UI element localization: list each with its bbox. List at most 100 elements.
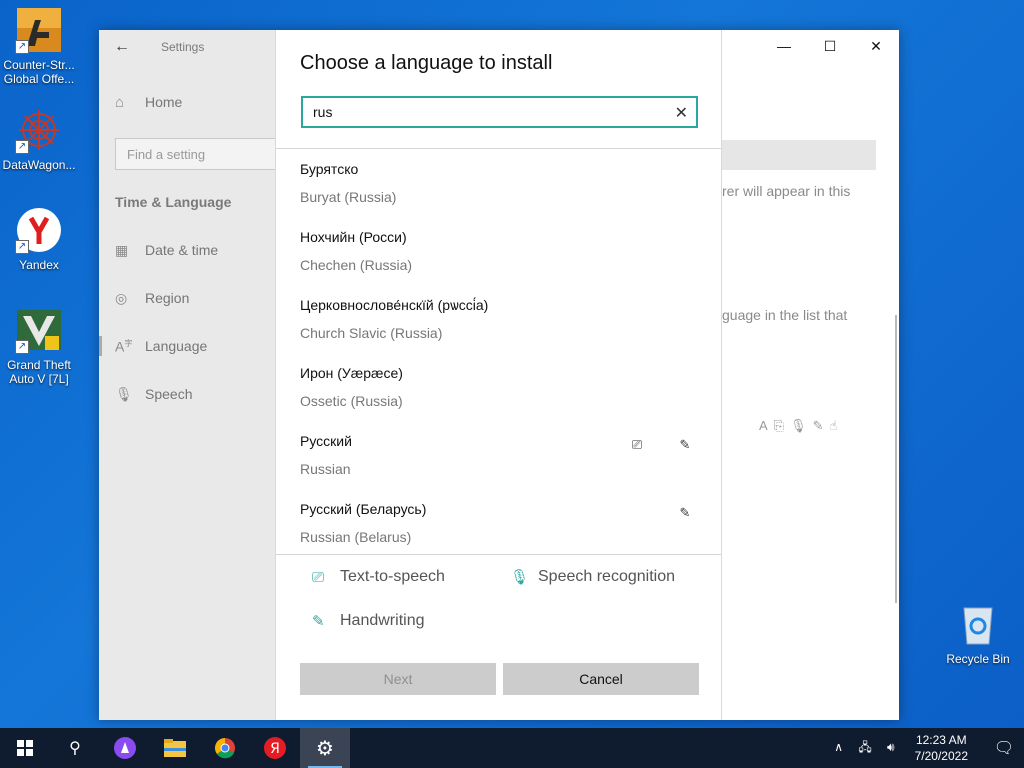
language-english-name: Russian [300,461,351,477]
tray-icons[interactable]: ∧ 🖧 🔊︎ [834,738,900,759]
language-native-name: Русский (Беларусь) [300,501,427,517]
dialog-title: Choose a language to install [300,52,553,74]
notification-icon[interactable]: 🗨︎ [984,738,1024,758]
language-search-input[interactable]: rus ✕ [301,96,698,128]
desktop-icon-label: Grand Theft [7,358,71,372]
maximize-icon[interactable]: ☐ [807,30,853,62]
language-item-russian[interactable]: Русский Russian ⎚ ✎ [276,421,721,489]
calendar-clock-icon: ▦ [115,241,129,258]
language-item-russian-belarus[interactable]: Русский (Беларусь) Russian (Belarus) ✎ [276,489,721,554]
divider [276,554,721,555]
legend-label: Handwriting [340,612,425,629]
settings-header: ← Settings [99,30,276,64]
yandex-browser-button[interactable]: Я [250,728,300,768]
language-features: ⎚ ✎ [627,437,695,453]
desktop-icon-label: Global Offe... [3,72,75,86]
clock-date: 7/20/2022 [914,749,968,763]
start-button[interactable] [0,728,50,768]
settings-sidebar: ← Settings ⌂ Home Find a setting Time & … [99,30,285,720]
language-item-ossetic[interactable]: Ирон (Уæрæсе) Ossetic (Russia) [276,353,721,421]
language-english-name: Church Slavic (Russia) [300,325,443,341]
yandex-browser-icon: Я [264,737,286,759]
language-native-name: Церковнослове́нскїй (рѡссі́а) [300,297,489,313]
language-native-name: Ирон (Уæрæсе) [300,365,403,381]
language-english-name: Russian (Belarus) [300,529,412,545]
close-icon[interactable]: ✕ [853,30,899,62]
nav-region[interactable]: ◎ Region [99,274,276,322]
globe-icon: ◎ [115,289,128,306]
language-item-church-slavic[interactable]: Церковнослове́нскїй (рѡссі́а) Church Sla… [276,285,721,353]
desktop-icon-csgo[interactable]: ↗ Counter-Str... Global Offe... [0,6,78,86]
desktop-icon-datawagon[interactable]: ↗ DataWagon... [0,106,78,172]
search-button[interactable]: ⚲ [50,728,100,768]
desktop-icon-gta[interactable]: ↗ Grand Theft Auto V [7L] [0,306,78,386]
nav-language[interactable]: A字 Language [99,322,276,370]
find-setting-placeholder: Find a setting [127,146,206,162]
alice-icon [114,737,136,759]
taskbar: ⚲ Я ⚙ ∧ 🖧 🔊︎ 12:23 AM 7/20/2022 🗨︎ [0,728,1024,768]
language-item-chechen[interactable]: Нохчийн (Росси) Chechen (Russia) [276,217,721,285]
nav-date-time[interactable]: ▦ Date & time [99,226,276,274]
settings-title: Settings [161,40,205,54]
recycle-bin-label: Recycle Bin [946,652,1010,666]
desktop-icon-label: Counter-Str... [3,58,75,72]
find-setting-input[interactable]: Find a setting [115,138,285,170]
nav-label: Speech [145,386,193,402]
nav-home[interactable]: ⌂ Home [99,80,276,124]
handwriting-icon: ✎ [312,613,325,630]
microphone-icon: 🎙︎ [115,385,133,402]
background-bar [722,140,876,170]
language-icon: A字 [115,338,133,355]
legend-speech-recognition: 🎙︎ Speech recognition [510,568,675,586]
language-features: ✎ [675,505,695,521]
language-native-name: Нохчийн (Росси) [300,229,407,245]
desktop-icon-recycle-bin[interactable]: Recycle Bin [932,600,1024,666]
home-icon: ⌂ [115,93,125,111]
recycle-bin-icon [954,600,1002,648]
legend-label: Speech recognition [538,568,675,585]
desktop-icon-label: Auto V [7L] [9,372,69,386]
choose-language-dialog: Choose a language to install rus ✕ Бурят… [275,30,722,720]
folder-icon [164,739,186,757]
nav-label: Date & time [145,242,219,258]
language-item-buryat[interactable]: Бурятско Buryat (Russia) [276,149,721,217]
shortcut-arrow-icon: ↗ [15,40,29,54]
text-to-speech-icon: ⎚ [631,437,643,452]
legend-handwriting: ✎ Handwriting [312,612,424,630]
nav-speech[interactable]: 🎙︎ Speech [99,370,276,418]
search-icon: ⚲ [69,740,81,757]
legend-label: Text-to-speech [340,568,445,585]
svg-text:Я: Я [270,741,280,757]
minimize-icon[interactable]: — [761,30,807,62]
microphone-icon: 🎙︎ [510,569,530,586]
next-button[interactable]: Next [300,663,496,695]
language-english-name: Buryat (Russia) [300,189,397,205]
gta-v-icon: ↗ [15,306,63,354]
cancel-button[interactable]: Cancel [503,663,699,695]
shortcut-arrow-icon: ↗ [15,240,29,254]
section-title: Time & Language [115,194,232,210]
yandex-icon: ↗ [15,206,63,254]
chrome-button[interactable] [200,728,250,768]
shortcut-arrow-icon: ↗ [15,140,29,154]
alice-button[interactable] [100,728,150,768]
language-english-name: Ossetic (Russia) [300,393,403,409]
file-explorer-button[interactable] [150,728,200,768]
back-arrow-icon[interactable]: ← [99,38,145,56]
shortcut-arrow-icon: ↗ [15,340,29,354]
datawagon-icon: ↗ [15,106,63,154]
language-native-name: Бурятско [300,161,359,177]
clock-time: 12:23 AM [915,733,967,747]
nav-home-label: Home [145,94,183,110]
legend-text-to-speech: ⎚ Text-to-speech [312,568,445,586]
background-text: guage in the list that [722,307,848,323]
settings-taskbar-button[interactable]: ⚙ [300,728,350,768]
desktop-icon-label: Yandex [19,258,59,272]
scrollbar[interactable] [895,315,897,603]
handwriting-icon: ✎ [679,437,691,452]
chrome-icon [215,738,235,759]
desktop-icon-yandex[interactable]: ↗ Yandex [0,206,78,272]
clock[interactable]: 12:23 AM 7/20/2022 [915,732,968,764]
clear-icon[interactable]: ✕ [675,103,688,123]
system-tray: ∧ 🖧 🔊︎ 12:23 AM 7/20/2022 🗨︎ [834,728,1024,768]
